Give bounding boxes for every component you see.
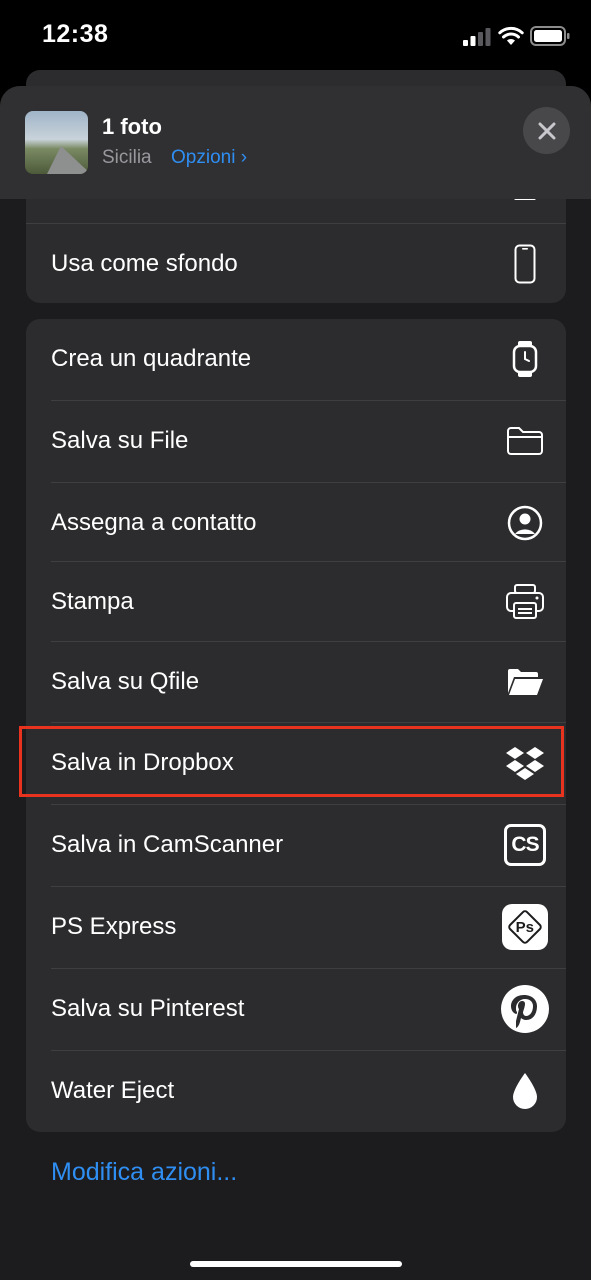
action-label: Stampa bbox=[51, 588, 134, 615]
action-row-salva-su-file[interactable]: Salva su File bbox=[26, 401, 566, 481]
header-title: 1 foto bbox=[102, 114, 162, 139]
pinterest-icon bbox=[500, 984, 550, 1034]
action-label: Salva su File bbox=[51, 427, 189, 454]
action-row-salva-dropbox[interactable]: Salva in Dropbox bbox=[26, 723, 566, 803]
action-label: Crea un quadrante bbox=[51, 345, 252, 372]
action-label: Salva in CamScanner bbox=[51, 831, 284, 858]
camscanner-icon-text: CS bbox=[504, 824, 546, 866]
action-row-crea-quadrante[interactable]: Crea un quadrante bbox=[26, 319, 566, 399]
status-bar: 12:38 bbox=[0, 0, 591, 70]
camscanner-icon: CS bbox=[500, 820, 550, 870]
action-row-salva-qfile[interactable]: Salva su Qfile bbox=[26, 642, 566, 722]
cellular-signal-icon bbox=[463, 28, 491, 46]
options-link[interactable]: Opzioni › bbox=[171, 147, 247, 169]
open-folder-icon bbox=[500, 657, 550, 707]
wifi-icon bbox=[498, 26, 524, 45]
home-indicator bbox=[190, 1261, 402, 1267]
ps-express-icon-text: Ps bbox=[515, 918, 535, 936]
action-label: Salva su Pinterest bbox=[51, 995, 245, 1022]
action-row-salva-camscanner[interactable]: Salva in CamScanner CS bbox=[26, 805, 566, 885]
battery-icon bbox=[530, 26, 570, 46]
action-row-usa-come-sfondo[interactable]: Usa come sfondo bbox=[26, 223, 566, 303]
printer-icon bbox=[500, 577, 550, 627]
close-icon bbox=[538, 122, 555, 139]
folder-icon bbox=[500, 416, 550, 466]
contact-icon bbox=[500, 498, 550, 548]
dropbox-icon bbox=[500, 738, 550, 788]
status-time: 12:38 bbox=[42, 20, 109, 48]
share-sheet-header: 1 foto Sicilia Opzioni › bbox=[0, 86, 591, 199]
action-label: Usa come sfondo bbox=[51, 250, 238, 277]
action-row-assegna-contatto[interactable]: Assegna a contatto bbox=[26, 483, 566, 563]
action-label: Water Eject bbox=[51, 1077, 175, 1104]
action-label: Salva su Qfile bbox=[51, 668, 200, 695]
phone-icon bbox=[500, 239, 550, 289]
action-label: Assegna a contatto bbox=[51, 509, 257, 536]
header-subtitle: Sicilia bbox=[102, 147, 152, 168]
action-row-salva-pinterest[interactable]: Salva su Pinterest bbox=[26, 969, 566, 1049]
action-row-stampa[interactable]: Stampa bbox=[26, 562, 566, 642]
water-drop-icon bbox=[500, 1066, 550, 1116]
close-button[interactable] bbox=[523, 107, 570, 154]
action-row-ps-express[interactable]: PS Express Ps bbox=[26, 887, 566, 967]
photo-thumbnail bbox=[25, 111, 88, 174]
edit-actions-link[interactable]: Modifica azioni... bbox=[51, 1158, 237, 1187]
action-group-main: Crea un quadrante Salva su File Assegna … bbox=[26, 319, 566, 1132]
action-row-water-eject[interactable]: Water Eject bbox=[26, 1051, 566, 1131]
action-label: Salva in Dropbox bbox=[51, 749, 234, 776]
watch-icon bbox=[500, 334, 550, 384]
ps-express-icon: Ps bbox=[500, 902, 550, 952]
action-label: PS Express bbox=[51, 913, 177, 940]
